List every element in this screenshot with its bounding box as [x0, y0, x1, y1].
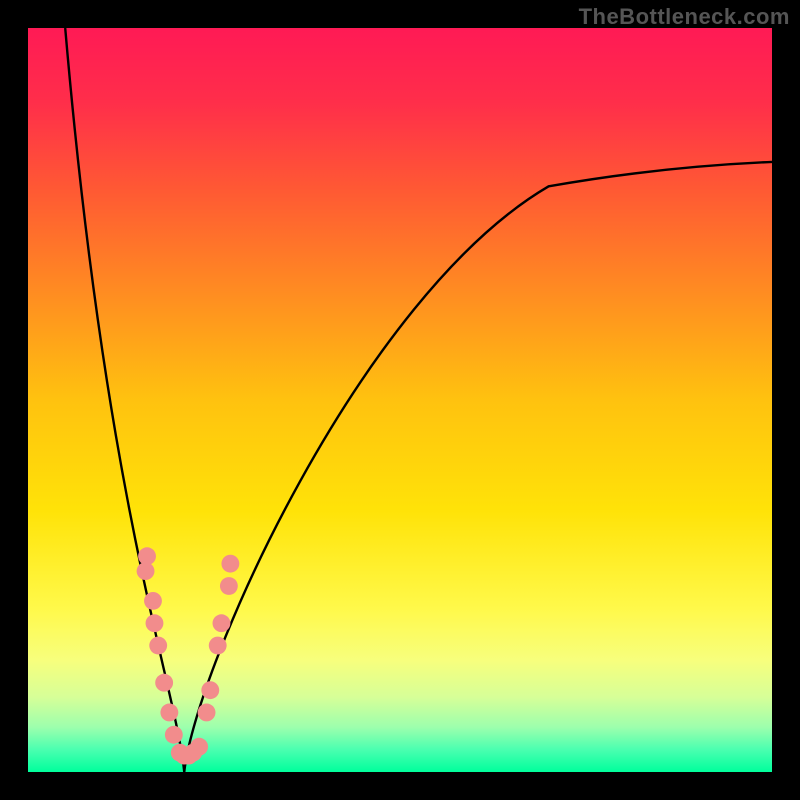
marker-dot	[155, 674, 173, 692]
marker-dot	[137, 562, 155, 580]
marker-dot	[201, 681, 219, 699]
marker-dot	[190, 738, 208, 756]
plot-area	[28, 28, 772, 772]
marker-dot	[209, 637, 227, 655]
marker-dot	[160, 704, 178, 722]
marker-dot	[144, 592, 162, 610]
watermark-text: TheBottleneck.com	[579, 4, 790, 30]
gradient-background	[28, 28, 772, 772]
marker-dot	[165, 726, 183, 744]
marker-dot	[198, 704, 216, 722]
marker-dot	[220, 577, 238, 595]
marker-dot	[149, 637, 167, 655]
marker-dot	[146, 614, 164, 632]
marker-dot	[221, 555, 239, 573]
plot-svg	[28, 28, 772, 772]
marker-dot	[213, 614, 231, 632]
chart-frame: TheBottleneck.com	[0, 0, 800, 800]
